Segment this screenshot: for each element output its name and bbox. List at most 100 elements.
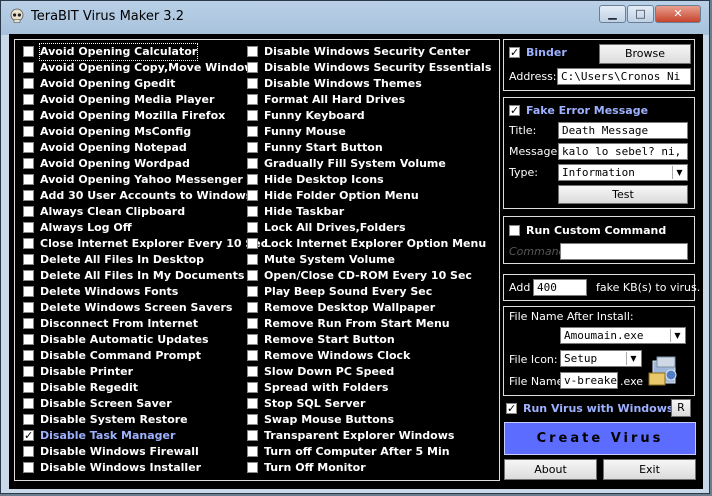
- option-label: Hide Folder Option Menu: [264, 189, 419, 202]
- checkbox-icon: [247, 174, 258, 185]
- option-label: Turn off Computer After 5 Min: [264, 445, 450, 458]
- fake-error-panel: Fake Error Message Title: Death Message …: [503, 97, 695, 209]
- app-window: TeraBIT Virus Maker 3.2 ▁ □ ✕ Avoid Open…: [0, 0, 710, 494]
- option-label: Remove Desktop Wallpaper: [264, 301, 436, 314]
- checkbox-icon: [247, 366, 258, 377]
- create-virus-button[interactable]: Create Virus: [504, 422, 696, 455]
- fake-kb-input[interactable]: 400: [533, 279, 587, 296]
- checkbox-icon: [247, 110, 258, 121]
- checkbox-icon: [23, 238, 34, 249]
- command-input[interactable]: [560, 243, 688, 260]
- checkbox-icon: [23, 318, 34, 329]
- option-label: Disable Windows Installer: [40, 461, 202, 474]
- option-label: Format All Hard Drives: [264, 93, 406, 106]
- binder-panel: Binder Browse Address: C:\Users\Cronos N…: [503, 39, 695, 91]
- after-install-select[interactable]: Amoumain.exe ▼: [560, 327, 686, 344]
- checkbox-icon: [247, 94, 258, 105]
- checkbox-icon: [247, 254, 258, 265]
- checkbox-icon: [23, 428, 34, 444]
- checkbox-icon: [247, 222, 258, 233]
- close-icon: ✕: [673, 7, 683, 20]
- checkbox-icon: [23, 110, 34, 121]
- file-name-input[interactable]: v-breake: [560, 372, 618, 389]
- checkbox-icon: [23, 334, 34, 345]
- checkbox-icon: [23, 270, 34, 281]
- error-message-input[interactable]: kalo lo sebel? ni,: [558, 143, 688, 160]
- option-label: Swap Mouse Buttons: [264, 413, 395, 426]
- checkbox-icon: [23, 446, 34, 457]
- option-label: Disable Screen Saver: [40, 397, 172, 410]
- window-title: TeraBIT Virus Maker 3.2: [31, 9, 184, 24]
- option-label: Slow Down PC Speed: [264, 365, 395, 378]
- option-label: Disable Regedit: [40, 381, 138, 394]
- file-icon-value: Setup: [564, 352, 598, 365]
- error-title-label: Title:: [509, 124, 537, 137]
- file-icon-label: File Icon:: [509, 353, 558, 366]
- chevron-down-icon: ▼: [626, 352, 640, 365]
- about-button[interactable]: About: [504, 459, 597, 480]
- install-panel: File Name After Install: Amoumain.exe ▼ …: [503, 306, 695, 396]
- error-message-label: Message:: [509, 145, 561, 158]
- checkbox-icon: [247, 334, 258, 345]
- test-button[interactable]: Test: [558, 185, 688, 204]
- add-label: Add: [509, 281, 531, 294]
- option-label: Avoid Opening Notepad: [40, 141, 187, 154]
- option-label: Disable Task Manager: [40, 429, 176, 442]
- file-icon-select[interactable]: Setup ▼: [560, 350, 642, 367]
- option-label: Delete Windows Fonts: [40, 285, 179, 298]
- option-label: Spread with Folders: [264, 381, 389, 394]
- option-label: Disable Printer: [40, 365, 134, 378]
- checkbox-icon: [247, 158, 258, 169]
- option-label: Remove Windows Clock: [264, 349, 411, 362]
- checkbox-icon: [23, 158, 34, 169]
- option-label: Hide Desktop Icons: [264, 173, 384, 186]
- exit-button[interactable]: Exit: [603, 459, 696, 480]
- option-label: Play Beep Sound Every Sec: [264, 285, 433, 298]
- checkbox-icon: [23, 286, 34, 297]
- error-title-input[interactable]: Death Message: [558, 122, 688, 139]
- checkbox-icon: [247, 414, 258, 425]
- browse-button[interactable]: Browse: [599, 44, 691, 64]
- fake-kb-panel: Add 400 fake KB(s) to virus.: [503, 274, 700, 301]
- close-button[interactable]: ✕: [655, 5, 701, 23]
- address-label: Address:: [509, 70, 557, 83]
- checkbox-icon: [23, 126, 34, 137]
- fake-kb-suffix: fake KB(s) to virus.: [596, 281, 701, 294]
- option-label: Avoid Opening Media Player: [40, 93, 215, 106]
- error-type-select[interactable]: Information ▼: [558, 164, 688, 181]
- option-label: Always Log Off: [40, 221, 132, 234]
- minimize-button[interactable]: ▁: [599, 5, 626, 23]
- checkbox-icon: [247, 430, 258, 441]
- payload-options-panel: Avoid Opening Calculator Avoid Opening Co…: [14, 39, 500, 481]
- checkbox-icon: [247, 398, 258, 409]
- checkbox-icon: [247, 462, 258, 473]
- option-label: Disable Automatic Updates: [40, 333, 209, 346]
- skull-icon: [10, 8, 24, 23]
- checkbox-icon: [23, 414, 34, 425]
- option-label: Transparent Explorer Windows: [264, 429, 455, 442]
- option-label: Disable Command Prompt: [40, 349, 201, 362]
- option-label: Avoid Opening Wordpad: [40, 157, 190, 170]
- maximize-button[interactable]: □: [627, 5, 654, 23]
- minimize-icon: ▁: [608, 7, 617, 20]
- r-button[interactable]: R: [671, 399, 691, 417]
- checkbox-icon: [247, 62, 258, 73]
- option-label: Avoid Opening Gpedit: [40, 77, 176, 90]
- checkbox-icon: [23, 174, 34, 185]
- option-label: Avoid Opening Copy,Move Window: [40, 61, 255, 74]
- option-label: Gradually Fill System Volume: [264, 157, 446, 170]
- option-label: Disable Windows Themes: [264, 77, 422, 90]
- address-input[interactable]: C:\Users\Cronos Ni: [557, 68, 691, 85]
- option-label: Open/Close CD-ROM Every 10 Sec: [264, 269, 472, 282]
- option-label: Avoid Opening Mozilla Firefox: [40, 109, 226, 122]
- option-label: Disable Windows Security Center: [264, 45, 471, 58]
- checkbox-icon: [23, 62, 34, 73]
- title-bar[interactable]: TeraBIT Virus Maker 3.2 ▁ □ ✕: [1, 1, 709, 35]
- checkbox-icon: [23, 190, 34, 201]
- checkbox-icon: [247, 142, 258, 153]
- checkbox-icon: [247, 382, 258, 393]
- checkbox-icon: [23, 350, 34, 361]
- chevron-down-icon: ▼: [672, 166, 686, 179]
- after-install-label: File Name After Install:: [509, 310, 634, 323]
- checkbox-icon: [506, 401, 517, 417]
